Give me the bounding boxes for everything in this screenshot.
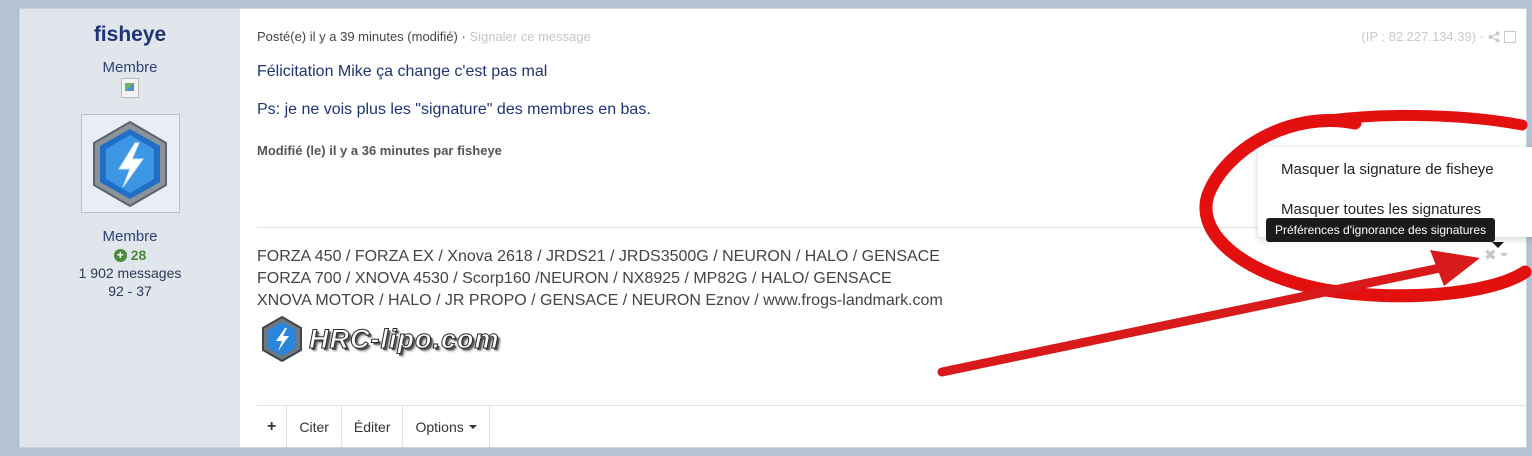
select-post-checkbox[interactable] bbox=[1504, 30, 1516, 43]
signature-line: FORZA 450 / FORZA EX / Xnova 2618 / JRDS… bbox=[257, 248, 940, 265]
post-meta-right: (IP : 82.227.134.39) · bbox=[1361, 29, 1516, 44]
chevron-down-icon bbox=[1499, 253, 1508, 257]
signature-banner[interactable]: HRC-lipo.com bbox=[260, 315, 500, 363]
multiquote-button[interactable]: + bbox=[257, 406, 288, 447]
options-button[interactable]: Options bbox=[403, 406, 490, 447]
hrc-lightning-logo-icon bbox=[262, 315, 302, 363]
author-name[interactable]: fisheye bbox=[20, 23, 240, 47]
signature-line: FORZA 700 / XNOVA 4530 / Scorp160 /NEURO… bbox=[257, 270, 892, 287]
post-meta: Posté(e) il y a 39 minutes (modifié) · S… bbox=[257, 29, 591, 44]
close-icon: ✖ bbox=[1484, 247, 1497, 264]
signature: FORZA 450 / FORZA EX / Xnova 2618 / JRDS… bbox=[257, 246, 943, 312]
author-panel: fisheye Membre Membre + 28 1 902 message… bbox=[20, 9, 240, 447]
signature-ignore-button[interactable]: ✖ bbox=[1484, 246, 1508, 264]
rank-image-icon bbox=[121, 78, 139, 98]
reputation-badge: + 28 bbox=[20, 247, 240, 263]
options-label: Options bbox=[415, 418, 464, 435]
author-rank-title: Membre bbox=[102, 59, 158, 76]
author-group: Membre bbox=[102, 228, 158, 245]
avatar[interactable] bbox=[80, 114, 180, 213]
post-date[interactable]: Posté(e) il y a 39 minutes (modifié) bbox=[257, 29, 458, 44]
quote-button[interactable]: Citer bbox=[287, 406, 342, 447]
reputation-value: 28 bbox=[130, 247, 147, 263]
report-link[interactable]: Signaler ce message bbox=[469, 29, 590, 44]
signature-line: XNOVA MOTOR / HALO / JR PROPO / GENSACE … bbox=[257, 292, 943, 309]
post-body-line: Félicitation Mike ça change c'est pas ma… bbox=[257, 63, 548, 80]
message-count: 1 902 messages bbox=[78, 265, 182, 281]
lightning-badge-icon bbox=[93, 120, 167, 207]
signature-logo-text: HRC-lipo.com bbox=[309, 323, 500, 354]
ip-address: (IP : 82.227.134.39) · bbox=[1361, 29, 1484, 44]
edit-button[interactable]: Éditer bbox=[342, 406, 404, 447]
post-body-line: Ps: je ne vois plus les "signature" des … bbox=[257, 101, 651, 118]
edited-note: Modifié (le) il y a 36 minutes par fishe… bbox=[257, 143, 502, 158]
chevron-down-icon bbox=[468, 424, 477, 429]
meta-separator: · bbox=[457, 29, 470, 44]
author-score: 92 - 37 bbox=[108, 283, 152, 299]
plus-circle-icon: + bbox=[113, 248, 127, 262]
hide-user-signature-item[interactable]: Masquer la signature de fisheye bbox=[1281, 161, 1494, 178]
post-action-bar: + Citer Éditer Options bbox=[257, 405, 1526, 447]
ignore-preferences-tooltip: Préférences d'ignorance des signatures bbox=[1266, 218, 1496, 242]
hide-all-signatures-item[interactable]: Masquer toutes les signatures bbox=[1281, 201, 1481, 218]
share-icon[interactable] bbox=[1488, 31, 1500, 43]
